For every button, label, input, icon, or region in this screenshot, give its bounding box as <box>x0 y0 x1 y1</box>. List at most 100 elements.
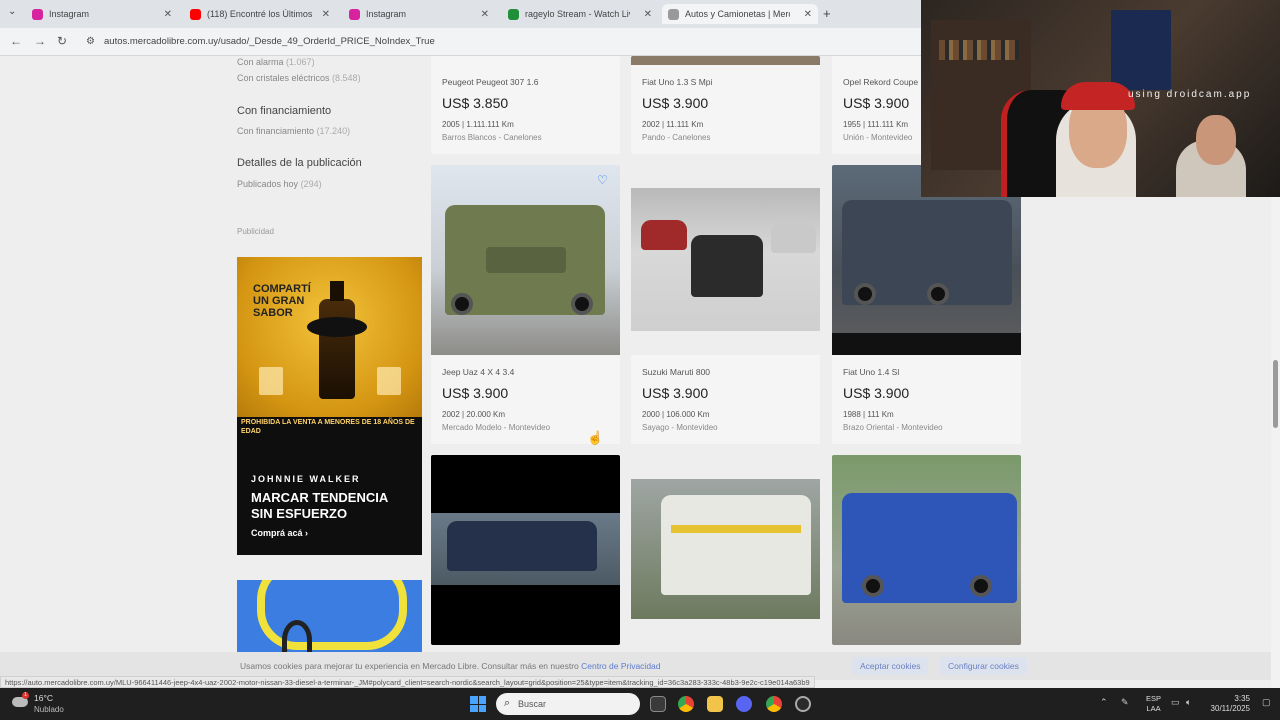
favorite-heart-icon[interactable]: ♡ <box>597 173 608 187</box>
reload-icon[interactable]: ↻ <box>57 34 67 48</box>
droidcam-watermark: using droidcam.app <box>1128 89 1252 100</box>
notifications-icon[interactable]: ▢ <box>1262 697 1271 708</box>
silver-car-image <box>771 223 816 253</box>
privacy-center-link[interactable]: Centro de Privacidad <box>581 661 660 671</box>
tab-youtube[interactable]: (118) Encontré los Últimos ✕ <box>184 4 336 24</box>
address-bar[interactable]: autos.mercadolibre.com.uy/usado/_Desde_4… <box>104 36 435 47</box>
filter-alarm[interactable]: Con alarma (1.067) <box>237 57 315 67</box>
close-tab-icon[interactable]: ✕ <box>481 9 489 20</box>
listing-title: Fiat Uno 1.3 S Mpi <box>642 77 713 87</box>
scrollbar-thumb[interactable] <box>1273 360 1278 428</box>
listing-card[interactable] <box>631 455 820 645</box>
tab-kick-stream[interactable]: rageylo Stream - Watch Live on ✕ <box>502 4 658 24</box>
tab-instagram-1[interactable]: Instagram ✕ <box>26 4 178 24</box>
listing-card[interactable] <box>832 455 1021 645</box>
task-view-icon[interactable] <box>650 696 666 712</box>
tab-instagram-2[interactable]: Instagram ✕ <box>343 4 495 24</box>
listing-card[interactable]: ♡ Jeep Uaz 4 X 4 3.4 US$ 3.900 2002 | 20… <box>431 165 620 444</box>
chevron-up-icon[interactable]: ⌃ <box>1100 697 1108 708</box>
accept-cookies-button[interactable]: Aceptar cookies <box>852 657 929 675</box>
close-tab-icon[interactable]: ✕ <box>322 9 330 20</box>
listing-card[interactable]: Suzuki Maruti 800 US$ 3.900 2000 | 106.0… <box>631 165 820 444</box>
wheel-image <box>927 283 949 305</box>
listing-location: Brazo Oriental - Montevideo <box>843 423 943 432</box>
site-info-icon[interactable]: ⚙ <box>86 36 95 47</box>
weather-condition[interactable]: Nublado <box>34 705 64 714</box>
cookie-message: Usamos cookies para mejorar tu experienc… <box>240 661 661 671</box>
listing-meta: 2000 | 106.000 Km <box>642 410 710 419</box>
discord-icon[interactable] <box>736 696 752 712</box>
listing-title: Fiat Uno 1.4 Sl <box>843 367 900 377</box>
second-person-face-image <box>1196 115 1236 165</box>
forward-arrow-icon[interactable]: → <box>34 34 46 48</box>
ad-cta-label: Comprá acá <box>251 528 303 538</box>
listing-price: US$ 3.900 <box>843 95 910 111</box>
listing-location: Pando - Canelones <box>642 133 711 142</box>
listing-price: US$ 3.900 <box>642 95 709 111</box>
filter-count: (294) <box>300 179 322 189</box>
filter-label: Con alarma <box>237 57 284 67</box>
close-tab-icon[interactable]: ✕ <box>164 9 172 20</box>
listing-title: Jeep Uaz 4 X 4 3.4 <box>442 367 515 377</box>
listing-image <box>431 165 620 355</box>
red-cap-image <box>1061 82 1135 110</box>
language-indicator[interactable]: ESP LAA <box>1146 694 1161 714</box>
filter-financing[interactable]: Con financiamiento (17.240) <box>237 126 350 136</box>
johnnie-walker-ad[interactable]: COMPARTÍ UN GRAN SABOR PROHIBIDA LA VENT… <box>237 257 422 555</box>
system-clock[interactable]: 3:35 30/11/2025 <box>1206 694 1250 714</box>
tab-label: Autos y Camionetas | Mercado <box>685 9 790 19</box>
close-tab-icon[interactable]: ✕ <box>644 9 652 20</box>
configure-cookies-button[interactable]: Configurar cookies <box>940 657 1027 675</box>
listing-title: Peugeot Peugeot 307 1.6 <box>442 77 539 87</box>
weather-temperature[interactable]: 16°C <box>34 693 53 703</box>
back-arrow-icon[interactable]: ← <box>10 34 22 48</box>
instagram-favicon-icon <box>32 8 43 20</box>
network-icon[interactable]: ▭ <box>1171 697 1180 708</box>
keyboard-layout: LAA <box>1146 704 1161 713</box>
peugeot-image <box>447 521 597 571</box>
windows-start-icon[interactable] <box>470 696 486 712</box>
wheel-image <box>862 575 884 597</box>
youtube-favicon-icon <box>190 8 201 20</box>
advertising-label: Publicidad <box>237 227 274 236</box>
publication-heading: Detalles de la publicación <box>237 157 362 169</box>
filter-electric-windows[interactable]: Con cristales eléctricos (8.548) <box>237 73 361 83</box>
listing-card[interactable] <box>431 455 620 645</box>
link-status-bar: https://auto.mercadolibre.com.uy/MLU-966… <box>0 676 815 688</box>
tab-mercadolibre[interactable]: Autos y Camionetas | Mercado ✕ <box>662 4 818 24</box>
chrome-profile-icon[interactable] <box>766 696 782 712</box>
tab-search-menu-icon[interactable]: ⌄ <box>8 6 16 17</box>
chevron-right-icon: › <box>305 528 309 538</box>
listing-card[interactable]: Fiat Uno 1.3 S Mpi US$ 3.900 2002 | 11.1… <box>631 56 820 154</box>
listing-meta: 1988 | 111 Km <box>843 410 894 419</box>
clock-date: 30/11/2025 <box>1210 704 1250 713</box>
listing-card[interactable]: Peugeot Peugeot 307 1.6 US$ 3.850 2005 |… <box>431 56 620 154</box>
grille-image <box>486 247 566 273</box>
pen-icon[interactable]: ✎ <box>1121 697 1129 708</box>
ad-cta-link[interactable]: Comprá acá › <box>251 528 308 538</box>
listing-title: Suzuki Maruti 800 <box>642 367 711 377</box>
wheel-image <box>970 575 992 597</box>
taskbar: 1 16°C Nublado ⌕ Buscar ⌃ ✎ ESP LAA ▭ 🔈︎… <box>0 688 1280 720</box>
wheel-image <box>571 293 593 315</box>
cookie-text: Usamos cookies para mejorar tu experienc… <box>240 661 579 671</box>
listing-meta: 2002 | 20.000 Km <box>442 410 506 419</box>
close-tab-icon[interactable]: ✕ <box>804 9 812 20</box>
listing-meta: 2005 | 1.111.111 Km <box>442 120 514 129</box>
listing-price: US$ 3.900 <box>642 385 709 401</box>
filter-published-today[interactable]: Publicados hoy (294) <box>237 179 322 189</box>
file-explorer-icon[interactable] <box>707 696 723 712</box>
ad-headline: MARCAR TENDENCIA SIN ESFUERZO <box>251 490 388 521</box>
volume-icon[interactable]: 🔈︎ <box>1186 697 1191 708</box>
mercadolibre-favicon-icon <box>668 8 679 20</box>
app-icon[interactable] <box>795 696 811 712</box>
taskbar-search[interactable]: ⌕ Buscar <box>496 693 640 715</box>
listing-price: US$ 3.850 <box>442 95 509 111</box>
listing-image <box>631 56 820 65</box>
chrome-icon[interactable] <box>678 696 694 712</box>
filter-label: Publicados hoy <box>237 179 299 189</box>
bottle-image <box>319 281 355 399</box>
listing-card[interactable]: Fiat Uno 1.4 Sl US$ 3.900 1988 | 111 Km … <box>832 165 1021 444</box>
headphones-ad[interactable] <box>237 580 422 660</box>
new-tab-button[interactable]: + <box>823 6 831 21</box>
